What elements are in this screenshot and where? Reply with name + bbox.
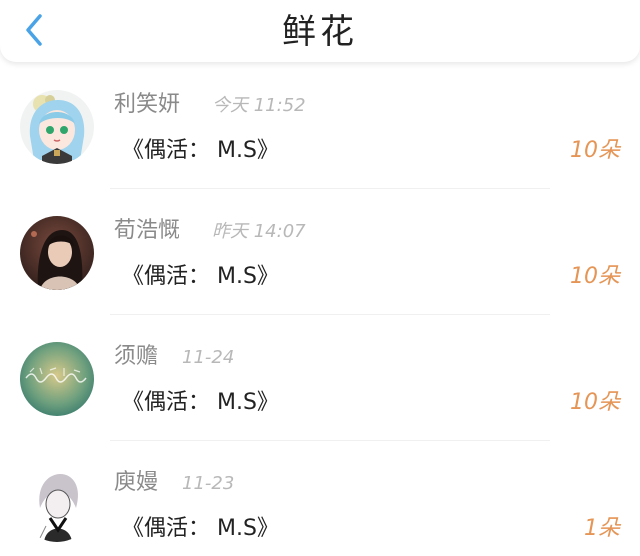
list-item[interactable]: 须赡 11-24 《偶活： M.S》 10朵 xyxy=(0,314,640,441)
list-item[interactable]: 利笑妍 今天 11:52 《偶活： M.S》 10朵 xyxy=(0,62,640,189)
sketch-character-avatar-image xyxy=(20,468,94,542)
flower-count: 10朵 xyxy=(570,390,620,415)
flower-count: 1朵 xyxy=(584,516,620,541)
work-title: 《偶活： M.S》 xyxy=(122,390,279,415)
list-item[interactable]: 荀浩慨 昨天 14:07 《偶活： M.S》 10朵 xyxy=(0,188,640,315)
send-time: 昨天 14:07 xyxy=(212,221,306,242)
flower-records-screen: 鲜花 利笑妍 今天 11:52 《偶活： M.S》 10朵 荀浩慨 昨天 14:… xyxy=(0,0,640,556)
send-time: 今天 11:52 xyxy=(212,95,306,116)
avatar[interactable] xyxy=(20,90,94,164)
anime-girl-avatar-image xyxy=(20,90,94,164)
send-time: 11-23 xyxy=(182,473,235,494)
top-bar: 鲜花 xyxy=(0,0,640,62)
list-item[interactable]: 庾嫚 11-23 《偶活： M.S》 1朵 xyxy=(0,440,640,556)
avatar[interactable] xyxy=(20,216,94,290)
work-title: 《偶活： M.S》 xyxy=(122,516,279,541)
portrait-photo-avatar-image xyxy=(20,216,94,290)
record-list: 利笑妍 今天 11:52 《偶活： M.S》 10朵 荀浩慨 昨天 14:07 … xyxy=(0,62,640,556)
flower-count: 10朵 xyxy=(570,264,620,289)
sender-name: 荀浩慨 xyxy=(114,218,181,243)
flower-count: 10朵 xyxy=(570,138,620,163)
work-title: 《偶活： M.S》 xyxy=(122,264,279,289)
send-time: 11-24 xyxy=(182,347,235,368)
sender-name: 须赡 xyxy=(114,344,159,369)
avatar[interactable] xyxy=(20,468,94,542)
sender-name: 庾嫚 xyxy=(114,470,159,495)
work-title: 《偶活： M.S》 xyxy=(122,138,279,163)
page-title: 鲜花 xyxy=(282,12,358,52)
sender-name: 利笑妍 xyxy=(114,92,181,117)
avatar[interactable] xyxy=(20,342,94,416)
teal-handwriting-avatar-image xyxy=(20,342,94,416)
